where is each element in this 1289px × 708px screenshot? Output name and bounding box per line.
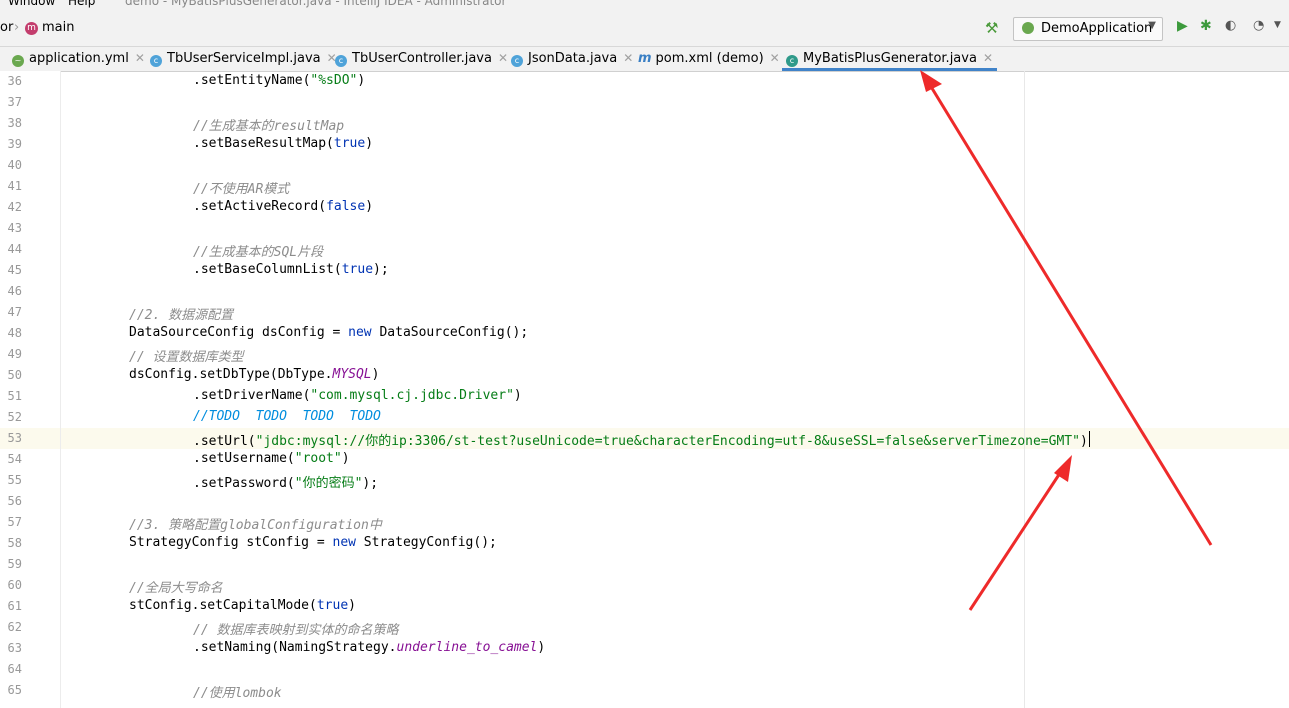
close-icon[interactable]: ✕ — [135, 51, 145, 65]
code-line-65: //使用lombok — [193, 686, 282, 701]
class-file-icon: c — [511, 55, 523, 67]
code-line-63: .setNaming(NamingStrategy.underline_to_c… — [193, 640, 546, 655]
code-line-54: .setUsername("root") — [193, 451, 350, 466]
line-number: 58 — [7, 536, 22, 550]
editor-tab-bar: ~ application.yml ✕ c TbUserServiceImpl.jav… — [0, 47, 1289, 72]
code-line-39: .setBaseResultMap(true) — [193, 136, 374, 151]
class-file-icon: c — [150, 55, 162, 67]
breadcrumb-main[interactable]: main — [42, 20, 74, 35]
run-icon[interactable]: ▶ — [1177, 18, 1188, 34]
close-icon[interactable]: ✕ — [623, 51, 633, 65]
tab-application-yml[interactable]: ~ application.yml ✕ — [12, 47, 145, 71]
code-line-52: //TODO TODO TODO TODO — [193, 409, 381, 424]
line-number: 42 — [7, 200, 22, 214]
line-number: 45 — [7, 263, 22, 277]
line-number: 56 — [7, 494, 22, 508]
tab-label: TbUserServiceImpl.java — [167, 51, 321, 66]
coverage-icon[interactable]: ◐ — [1225, 18, 1236, 33]
tab-tbusercontroller[interactable]: c TbUserController.java ✕ — [335, 47, 508, 71]
code-editor[interactable]: .setEntityName("%sDO") //生成基本的resultMap … — [61, 71, 1289, 708]
breadcrumb-prev[interactable]: or — [0, 20, 13, 35]
code-line-61: stConfig.setCapitalMode(true) — [129, 598, 356, 613]
tab-label: MyBatisPlusGenerator.java — [803, 51, 977, 66]
debug-icon[interactable]: ✱ — [1200, 18, 1212, 34]
code-line-41: //不使用AR模式 — [193, 182, 290, 197]
close-icon[interactable]: ✕ — [770, 51, 780, 65]
line-number: 49 — [7, 347, 22, 361]
yaml-file-icon: ~ — [12, 55, 24, 67]
tab-label: JsonData.java — [528, 51, 618, 66]
line-number: 37 — [7, 95, 22, 109]
runnable-class-icon: c — [786, 55, 798, 67]
code-line-51: .setDriverName("com.mysql.cj.jdbc.Driver… — [193, 388, 522, 403]
code-line-60: //全局大写命名 — [129, 581, 223, 596]
chevron-down-icon: ▼ — [1148, 20, 1156, 31]
tab-label: application.yml — [29, 51, 129, 66]
line-number: 62 — [7, 620, 22, 634]
line-number: 46 — [7, 284, 22, 298]
menu-bar: Window Help demo - MyBatisPlusGenerator.… — [0, 0, 1289, 10]
maven-module-icon: m — [25, 22, 38, 35]
code-line-50: dsConfig.setDbType(DbType.MYSQL) — [129, 367, 380, 382]
tab-mybatisplusgenerator[interactable]: c MyBatisPlusGenerator.java ✕ — [782, 47, 997, 71]
line-number: 40 — [7, 158, 22, 172]
maven-icon: m — [638, 51, 652, 66]
close-icon[interactable]: ✕ — [983, 51, 993, 65]
line-number: 57 — [7, 515, 22, 529]
line-number: 65 — [7, 683, 22, 697]
line-number: 48 — [7, 326, 22, 340]
line-number: 52 — [7, 410, 22, 424]
line-number: 60 — [7, 578, 22, 592]
code-line-47: //2. 数据源配置 — [129, 308, 234, 323]
line-number: 55 — [7, 473, 22, 487]
profile-icon[interactable]: ◔ — [1253, 18, 1264, 33]
line-number: 64 — [7, 662, 22, 676]
build-hammer-icon[interactable]: ⚒ — [985, 19, 998, 37]
tab-label: pom.xml (demo) — [655, 51, 764, 66]
line-number: 50 — [7, 368, 22, 382]
line-number: 61 — [7, 599, 22, 613]
text-cursor — [1089, 431, 1090, 447]
line-number: 51 — [7, 389, 22, 403]
tab-label: TbUserController.java — [352, 51, 492, 66]
chevron-right-icon: › — [14, 20, 20, 35]
menu-help[interactable]: Help — [68, 0, 95, 8]
code-line-58: StrategyConfig stConfig = new StrategyCo… — [129, 535, 497, 550]
code-line-49: // 设置数据库类型 — [129, 350, 244, 365]
code-line-55: .setPassword("你的密码"); — [193, 476, 379, 491]
more-chevron-down-icon[interactable]: ▼ — [1274, 20, 1281, 30]
line-number: 47 — [7, 305, 22, 319]
tab-pom-xml[interactable]: m pom.xml (demo) ✕ — [638, 47, 780, 71]
window-title: demo - MyBatisPlusGenerator.java - Intel… — [125, 0, 507, 8]
menu-window[interactable]: Window — [8, 0, 55, 8]
close-icon[interactable]: ✕ — [498, 51, 508, 65]
run-config-select[interactable]: DemoApplication ▼ — [1013, 17, 1163, 41]
line-number: 36 — [7, 74, 22, 88]
line-number: 39 — [7, 137, 22, 151]
code-line-42: .setActiveRecord(false) — [193, 199, 374, 214]
line-number: 54 — [7, 452, 22, 466]
code-line-38: //生成基本的resultMap — [193, 119, 345, 134]
run-config-label: DemoApplication — [1041, 21, 1153, 36]
code-line-44: //生成基本的SQL片段 — [193, 245, 324, 260]
line-number: 43 — [7, 221, 22, 235]
line-number: 38 — [7, 116, 22, 130]
class-file-icon: c — [335, 55, 347, 67]
code-line-48: DataSourceConfig dsConfig = new DataSour… — [129, 325, 529, 340]
spring-boot-icon — [1022, 22, 1034, 34]
line-number: 41 — [7, 179, 22, 193]
navigation-bar: or › m main ⚒ DemoApplication ▼ ▶ ✱ ◐ ◔ … — [0, 10, 1289, 47]
line-number: 44 — [7, 242, 22, 256]
tab-jsondata[interactable]: c JsonData.java ✕ — [511, 47, 633, 71]
tab-tbuserserviceimpl[interactable]: c TbUserServiceImpl.java ✕ — [150, 47, 337, 71]
code-line-45: .setBaseColumnList(true); — [193, 262, 389, 277]
code-line-53: .setUrl("jdbc:mysql://你的ip:3306/st-test?… — [193, 434, 1088, 449]
line-number: 59 — [7, 557, 22, 571]
code-line-62: // 数据库表映射到实体的命名策略 — [193, 623, 399, 638]
code-line-57: //3. 策略配置globalConfiguration中 — [129, 518, 382, 533]
line-number: 53 — [7, 431, 22, 445]
code-line-36: .setEntityName("%sDO") — [193, 73, 366, 88]
line-number: 63 — [7, 641, 22, 655]
